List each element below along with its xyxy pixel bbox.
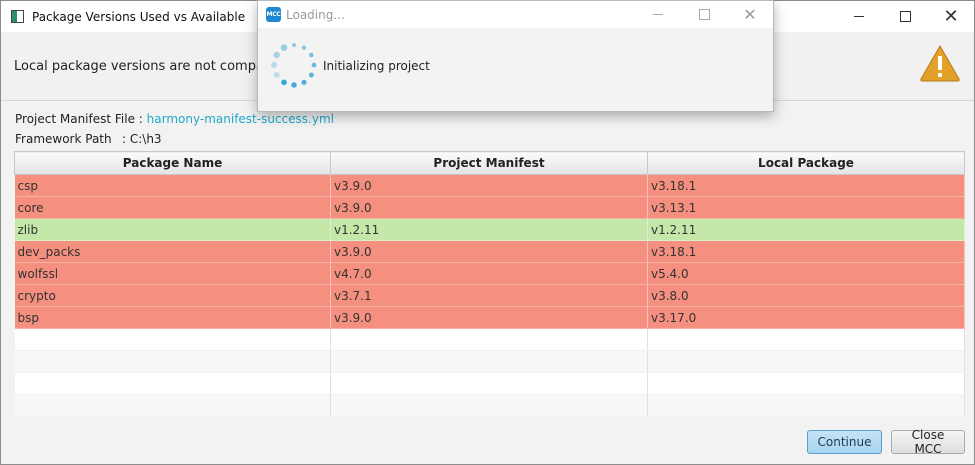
local-version-cell: v3.18.1	[647, 174, 965, 197]
manifest-version-cell: v1.2.11	[330, 218, 648, 241]
package-name-cell: zlib	[14, 218, 331, 241]
spinner-dot	[308, 72, 314, 78]
spinner-dot	[309, 52, 314, 58]
window-controls: ✕	[836, 1, 974, 32]
package-name-cell: wolfssl	[14, 262, 331, 285]
loading-title: Loading...	[286, 7, 345, 22]
spinner-dot	[273, 72, 280, 78]
close-mcc-button[interactable]: Close MCC	[891, 428, 965, 456]
package-table: Package Name Project Manifest Local Pack…	[14, 151, 965, 417]
empty-table-row	[14, 372, 965, 395]
loading-window-controls: ✕	[635, 1, 773, 28]
window-title: Package Versions Used vs Available	[32, 9, 246, 24]
loading-close-button[interactable]: ✕	[727, 1, 773, 28]
package-name-cell: crypto	[14, 284, 331, 307]
spinner-dot	[291, 82, 297, 88]
table-row[interactable]: crypto v3.7.1 v3.8.0	[14, 284, 965, 307]
empty-cell	[14, 350, 331, 373]
spinner-dot	[280, 44, 288, 51]
empty-cell	[330, 350, 648, 373]
package-name-cell: dev_packs	[14, 240, 331, 263]
maximize-button[interactable]	[882, 1, 928, 32]
continue-button[interactable]: Continue	[807, 430, 882, 454]
local-version-cell: v1.2.11	[647, 218, 965, 241]
spinner-dot	[273, 51, 280, 59]
maximize-icon	[698, 9, 710, 20]
maximize-icon	[899, 11, 911, 22]
loading-minimize-button[interactable]	[635, 1, 681, 28]
spinner-dot	[301, 45, 307, 50]
empty-cell	[14, 394, 331, 417]
empty-cell	[647, 328, 965, 351]
mcc-logo-icon: MCC	[266, 7, 281, 22]
manifest-version-cell: v3.9.0	[330, 240, 648, 263]
manifest-file-link[interactable]: harmony-manifest-success.yml	[147, 112, 334, 126]
empty-cell	[647, 350, 965, 373]
manifest-version-cell: v3.7.1	[330, 284, 648, 307]
spinner-dot	[281, 79, 287, 86]
empty-table-row	[14, 394, 965, 417]
manifest-version-cell: v3.9.0	[330, 196, 648, 219]
table-row[interactable]: bsp v3.9.0 v3.17.0	[14, 306, 965, 329]
local-version-cell: v3.17.0	[647, 306, 965, 329]
column-header-project-manifest[interactable]: Project Manifest	[330, 151, 648, 175]
manifest-version-cell: v3.9.0	[330, 306, 648, 329]
loading-dialog: MCC Loading... ✕ Initializing project	[257, 0, 774, 112]
close-button[interactable]: ✕	[928, 1, 974, 32]
column-header-local-package[interactable]: Local Package	[647, 151, 965, 175]
minimize-icon	[854, 16, 864, 17]
close-icon: ✕	[743, 5, 757, 24]
spinner-dot	[311, 62, 317, 68]
manifest-version-cell: v3.9.0	[330, 174, 648, 197]
manifest-file-row: Project Manifest File : harmony-manifest…	[15, 112, 334, 126]
local-version-cell: v3.8.0	[647, 284, 965, 307]
empty-cell	[330, 328, 648, 351]
message-text: Local package versions are not compatib	[14, 59, 281, 74]
empty-cell	[330, 394, 648, 417]
local-version-cell: v5.4.0	[647, 262, 965, 285]
empty-cell	[647, 394, 965, 417]
loading-maximize-button[interactable]	[681, 1, 727, 28]
spinner-dot	[270, 61, 278, 69]
loading-titlebar[interactable]: MCC Loading... ✕	[258, 1, 773, 28]
table-row[interactable]: zlib v1.2.11 v1.2.11	[14, 218, 965, 241]
table-row[interactable]: csp v3.9.0 v3.18.1	[14, 174, 965, 197]
close-icon: ✕	[943, 6, 959, 27]
local-version-cell: v3.13.1	[647, 196, 965, 219]
empty-cell	[14, 328, 331, 351]
column-header-package-name[interactable]: Package Name	[14, 151, 331, 175]
empty-cell	[647, 372, 965, 395]
table-header-row: Package Name Project Manifest Local Pack…	[14, 151, 965, 175]
table-row[interactable]: core v3.9.0 v3.13.1	[14, 196, 965, 219]
empty-cell	[14, 372, 331, 395]
framework-path-value: : C:\h3	[122, 132, 162, 146]
spinner-dot	[292, 43, 296, 47]
spinner-dot	[301, 79, 307, 85]
empty-table-row	[14, 350, 965, 373]
empty-cell	[330, 372, 648, 395]
package-name-cell: bsp	[14, 306, 331, 329]
empty-table-row	[14, 328, 965, 351]
minimize-icon	[653, 14, 663, 15]
manifest-version-cell: v4.7.0	[330, 262, 648, 285]
minimize-button[interactable]	[836, 1, 882, 32]
framework-path-label: Framework Path	[15, 132, 112, 146]
framework-path-row: Framework Path : C:\h3	[15, 132, 162, 146]
app-icon	[11, 10, 24, 23]
spinner-icon	[270, 43, 317, 88]
manifest-file-label: Project Manifest File :	[15, 112, 143, 126]
warning-icon	[920, 44, 960, 82]
package-name-cell: core	[14, 196, 331, 219]
loading-status-text: Initializing project	[323, 59, 430, 73]
local-version-cell: v3.18.1	[647, 240, 965, 263]
table-row[interactable]: wolfssl v4.7.0 v5.4.0	[14, 262, 965, 285]
package-name-cell: csp	[14, 174, 331, 197]
table-row[interactable]: dev_packs v3.9.0 v3.18.1	[14, 240, 965, 263]
